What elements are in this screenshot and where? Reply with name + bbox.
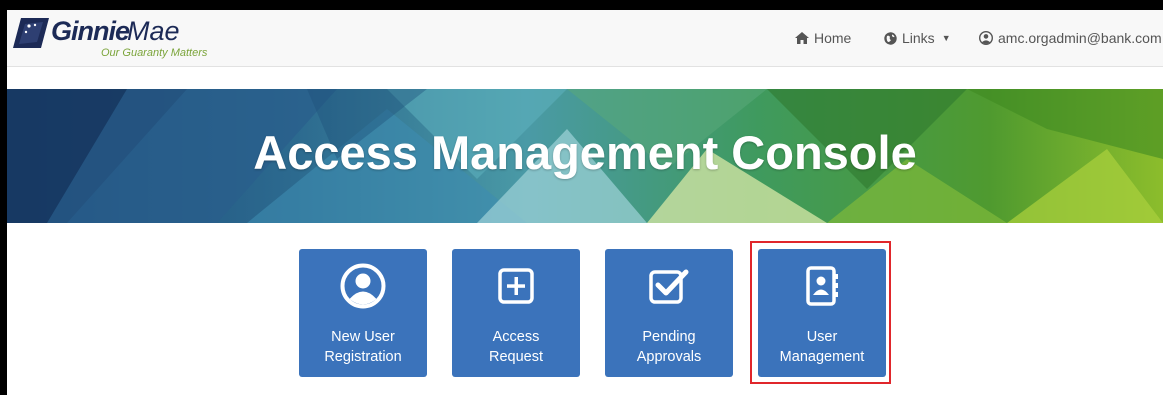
check-square-icon	[649, 269, 689, 304]
pending-approvals-tile[interactable]: Pending Approvals	[605, 249, 733, 377]
tile-label-line1: Access	[492, 329, 540, 345]
tile-label-line1: New User	[331, 329, 395, 345]
tile-label-line1: Pending	[642, 329, 696, 345]
nav-user-dropdown[interactable]: amc.orgadmin@bank.com ▼	[979, 30, 1163, 46]
user-circle-icon	[340, 263, 386, 309]
tile-label-line2: Approvals	[636, 349, 702, 365]
top-border	[0, 0, 1163, 10]
home-icon	[795, 32, 809, 44]
access-request-tile[interactable]: Access Request	[452, 249, 580, 377]
page-title: Access Management Console	[253, 126, 917, 179]
nav-links-label: Links	[902, 30, 935, 46]
tile-label-line2: Registration	[324, 349, 402, 365]
user-circle-icon	[979, 31, 993, 45]
app-frame: Ginnie Mae Our Guaranty Matters Home Lin…	[0, 0, 1163, 395]
globe-icon	[884, 31, 897, 45]
nav-user-email: amc.orgadmin@bank.com	[998, 30, 1162, 46]
logo-tagline: Our Guaranty Matters	[101, 47, 208, 59]
nav-links-dropdown[interactable]: Links ▼	[884, 30, 951, 46]
selection-highlight	[750, 241, 891, 384]
new-user-registration-tile[interactable]: New User Registration	[299, 249, 427, 377]
nav-home-link[interactable]: Home	[795, 30, 851, 46]
chevron-down-icon: ▼	[941, 33, 951, 43]
logo-mark-icon	[13, 18, 49, 48]
nav-home-label: Home	[814, 30, 852, 46]
left-border	[0, 0, 7, 395]
plus-square-icon	[498, 268, 534, 304]
hero-banner: Access Management Console	[7, 89, 1163, 223]
top-navbar: Ginnie Mae Our Guaranty Matters Home Lin…	[7, 10, 1163, 67]
tile-label-line2: Request	[488, 349, 543, 365]
ginnie-mae-logo[interactable]: Ginnie Mae Our Guaranty Matters	[13, 16, 223, 62]
logo-text-ginnie: Ginnie	[51, 16, 130, 46]
logo-text-mae: Mae	[127, 16, 180, 46]
